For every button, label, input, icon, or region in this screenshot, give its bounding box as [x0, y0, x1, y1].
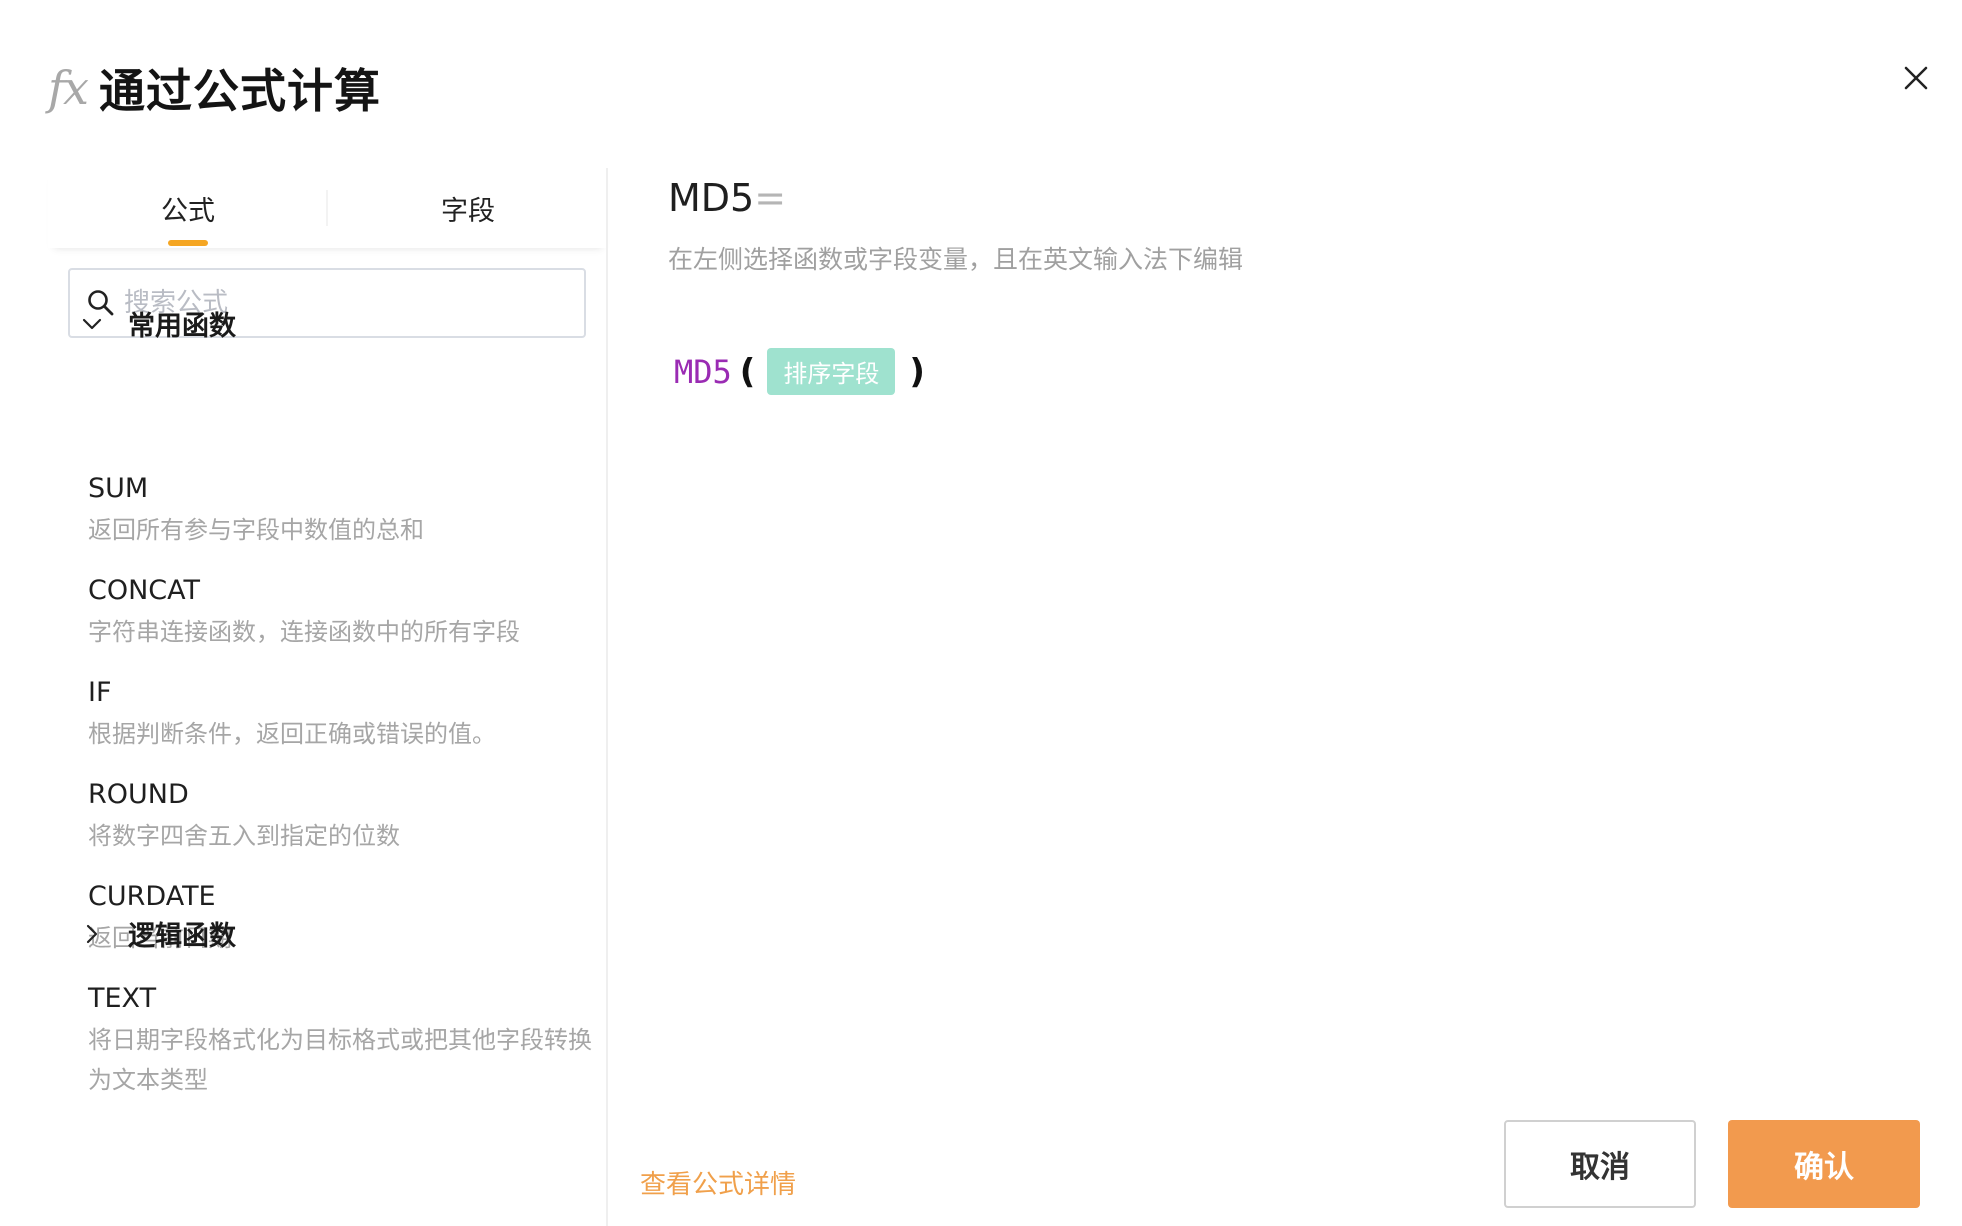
- function-desc: 将日期字段格式化为目标格式或把其他字段转换为文本类型: [88, 1026, 592, 1094]
- tab-formula[interactable]: 公式: [48, 168, 328, 248]
- dialog-title: 通过公式计算: [98, 64, 381, 118]
- group-common-functions[interactable]: 常用函数: [80, 304, 236, 343]
- function-name: ROUND: [88, 779, 189, 810]
- function-name: TEXT: [88, 983, 157, 1014]
- function-desc: 返回所有参与字段中数值的总和: [88, 516, 424, 544]
- editor-hint: 在左侧选择函数或字段变量，且在英文输入法下编辑: [668, 245, 1244, 274]
- dialog-header: fx 通过公式计算: [48, 52, 381, 124]
- confirm-button[interactable]: 确认: [1728, 1120, 1920, 1208]
- group-label: 常用函数: [128, 311, 236, 342]
- function-name: IF: [88, 677, 112, 708]
- function-item-round[interactable]: ROUND 将数字四舍五入到指定的位数: [88, 774, 608, 856]
- fx-icon: fx: [48, 61, 89, 115]
- function-item-sum[interactable]: SUM 返回所有参与字段中数值的总和: [88, 468, 608, 550]
- group-label: 逻辑函数: [128, 921, 236, 952]
- function-item-if[interactable]: IF 根据判断条件，返回正确或错误的值。: [88, 672, 608, 754]
- function-list: SUM 返回所有参与字段中数值的总和 CONCAT 字符串连接函数，连接函数中的…: [88, 468, 608, 1120]
- function-item-concat[interactable]: CONCAT 字符串连接函数，连接函数中的所有字段: [88, 570, 608, 652]
- close-icon: [1904, 66, 1928, 90]
- tab-field[interactable]: 字段: [328, 168, 608, 248]
- function-desc: 字符串连接函数，连接函数中的所有字段: [88, 618, 520, 646]
- right-panel: MD5= 在左侧选择函数或字段变量，且在英文输入法下编辑 MD5 ( 排序字段 …: [640, 168, 1928, 1226]
- chevron-down-icon: [82, 318, 102, 329]
- panel-tabs: 公式 字段: [48, 168, 608, 248]
- formula-equals: =: [754, 176, 787, 220]
- left-panel: 公式 字段 常用函数 SUM 返回所有参与字段中数值的总和 CONCAT: [48, 168, 608, 1226]
- function-name: CURDATE: [88, 881, 216, 912]
- formula-editor[interactable]: MD5 ( 排序字段 ): [674, 348, 925, 395]
- close-button[interactable]: [1896, 58, 1936, 98]
- panel-divider: [606, 168, 608, 1226]
- formula-detail-link[interactable]: 查看公式详情: [640, 1164, 796, 1201]
- formula-dialog: fx 通过公式计算 公式 字段 常用函数: [0, 0, 1962, 1226]
- function-desc: 根据判断条件，返回正确或错误的值。: [88, 720, 496, 748]
- group-logic-functions[interactable]: 逻辑函数: [80, 914, 236, 953]
- function-name: CONCAT: [88, 575, 201, 606]
- function-item-text[interactable]: TEXT 将日期字段格式化为目标格式或把其他字段转换为文本类型: [88, 978, 608, 1100]
- field-token-chip[interactable]: 排序字段: [767, 348, 896, 395]
- chevron-right-icon: [86, 924, 98, 943]
- formula-title: MD5=: [668, 168, 1928, 228]
- cancel-button[interactable]: 取消: [1504, 1120, 1696, 1208]
- close-paren: ): [909, 351, 925, 392]
- open-paren: (: [739, 351, 756, 392]
- formula-name: MD5: [668, 176, 755, 220]
- function-desc: 将数字四舍五入到指定的位数: [88, 822, 400, 850]
- function-name: SUM: [88, 473, 149, 504]
- function-token: MD5: [674, 352, 732, 391]
- tab-separator: [326, 190, 328, 226]
